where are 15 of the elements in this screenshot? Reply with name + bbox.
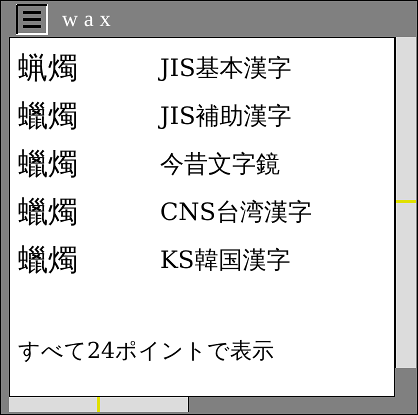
sample-text: 蠟燭 xyxy=(18,242,79,280)
sample-text: 蠟燭 xyxy=(18,98,79,136)
sample-text: 蠟燭 xyxy=(18,194,79,232)
menu-icon[interactable] xyxy=(16,4,48,34)
horizontal-scrollbar[interactable] xyxy=(9,397,189,412)
font-label: JIS基本漢字 xyxy=(160,53,292,84)
sample-text: 蠟燭 xyxy=(18,146,79,184)
font-label: CNS台湾漢字 xyxy=(160,197,312,228)
vertical-scrollbar[interactable] xyxy=(395,37,416,368)
footer-text: すべて24ポイントで表示 xyxy=(18,338,275,366)
sample-text: 蝋燭 xyxy=(18,50,79,88)
font-label: 今昔文字鏡 xyxy=(160,149,280,180)
font-label: KS韓国漢字 xyxy=(160,245,290,276)
font-label: JIS補助漢字 xyxy=(160,101,292,132)
window-title: wax xyxy=(62,6,117,32)
